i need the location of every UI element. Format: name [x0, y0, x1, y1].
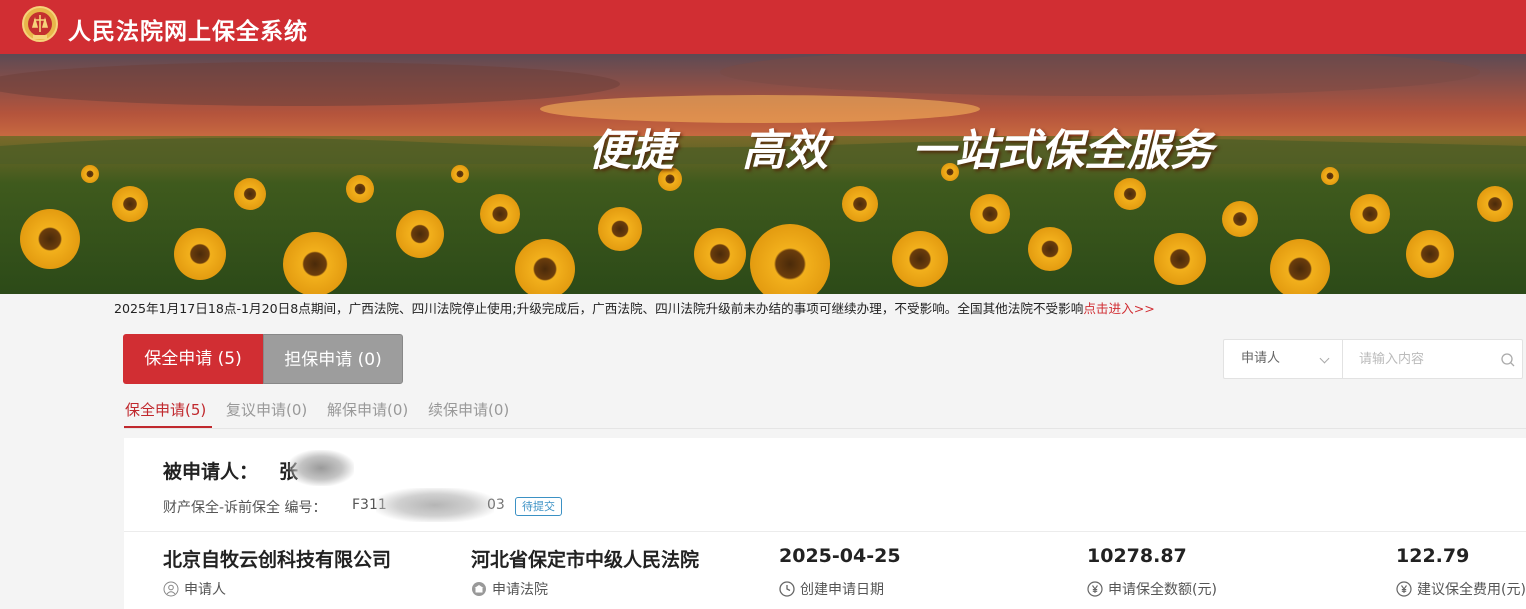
case-type: 财产保全-诉前保全 编号：	[163, 497, 327, 517]
created-date-label-text: 创建申请日期	[800, 582, 884, 598]
search-icon[interactable]	[1500, 352, 1516, 368]
tab-preservation-application[interactable]: 保全申请 (5)	[123, 334, 263, 384]
header-bar: 人民法院网上保全系统	[0, 0, 1526, 54]
subtab-divider	[124, 428, 1526, 429]
search-field-select[interactable]: 申请人	[1224, 340, 1343, 378]
court-label-text: 申请法院	[492, 582, 548, 598]
yen-icon	[1396, 581, 1412, 597]
subtab-release[interactable]: 解保申请(0)	[327, 399, 408, 420]
fee-label: 建议保全费用(元)	[1396, 579, 1526, 599]
tab-guarantee-application[interactable]: 担保申请 (0)	[263, 334, 403, 384]
search-select-value: 申请人	[1241, 351, 1281, 366]
card-divider	[124, 531, 1526, 532]
app-title: 人民法院网上保全系统	[68, 19, 308, 45]
yen-icon	[1087, 581, 1103, 597]
fee-value: 122.79	[1396, 545, 1470, 567]
chevron-down-icon	[1319, 353, 1330, 364]
applicant-label: 申请人	[163, 579, 226, 599]
amount-label: 申请保全数额(元)	[1087, 579, 1217, 599]
application-card[interactable]: 被申请人： 张 财产保全-诉前保全 编号： F311 03 待提交 北京自牧云创…	[124, 438, 1526, 609]
subtab-preservation[interactable]: 保全申请(5)	[125, 399, 206, 420]
applicant-value: 北京自牧云创科技有限公司	[163, 549, 392, 571]
banner-slogan-2: 高效	[742, 126, 828, 176]
case-number-suffix: 03	[487, 497, 505, 513]
status-badge: 待提交	[515, 497, 562, 516]
created-date-label: 创建申请日期	[779, 579, 884, 599]
subtab-reconsideration[interactable]: 复议申请(0)	[226, 399, 307, 420]
notice-text: 2025年1月17日18点-1月20日8点期间，广西法院、四川法院停止使用;升级…	[114, 301, 1084, 316]
court-label: 申请法院	[471, 579, 548, 599]
subtab-renewal[interactable]: 续保申请(0)	[428, 399, 509, 420]
respondent-label: 被申请人：	[163, 461, 259, 483]
notice-bar: 2025年1月17日18点-1月20日8点期间，广西法院、四川法院停止使用;升级…	[114, 298, 1155, 317]
court-emblem-icon	[22, 6, 58, 42]
clock-icon	[779, 581, 795, 597]
notice-link[interactable]: 点击进入>>	[1083, 301, 1154, 316]
search-box: 申请人	[1223, 339, 1523, 379]
case-no-label: 编号：	[284, 500, 327, 516]
banner-slogan-1: 便捷	[588, 126, 674, 176]
banner-slogan-3: 一站式保全服务	[912, 126, 1213, 176]
search-input[interactable]	[1344, 340, 1494, 378]
amount-value: 10278.87	[1087, 545, 1187, 567]
applicant-label-text: 申请人	[184, 582, 226, 598]
redaction-blur	[376, 488, 494, 522]
case-type-text: 财产保全-诉前保全	[163, 500, 281, 516]
created-date-value: 2025-04-25	[779, 545, 901, 567]
redaction-blur	[288, 450, 354, 486]
court-icon	[472, 582, 486, 596]
court-value: 河北省保定市中级人民法院	[471, 549, 700, 571]
user-icon	[163, 581, 179, 597]
amount-label-text: 申请保全数额(元)	[1108, 582, 1217, 598]
fee-label-text: 建议保全费用(元)	[1417, 582, 1526, 598]
hero-banner: 便捷 高效 一站式保全服务	[0, 54, 1526, 294]
